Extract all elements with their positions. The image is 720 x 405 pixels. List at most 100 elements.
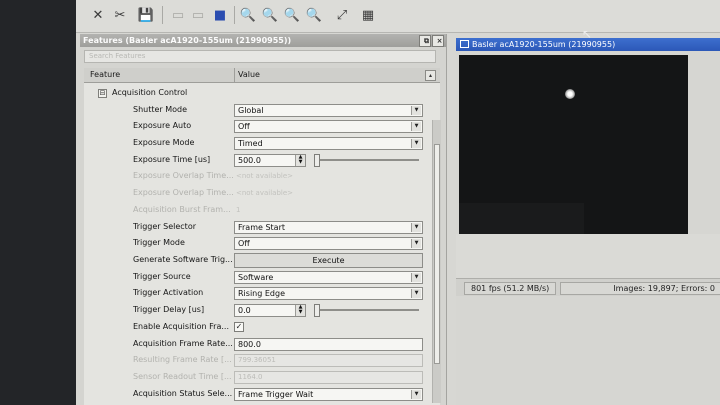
acquisition-status-select[interactable]: Frame Trigger Wait ▼ — [234, 388, 423, 401]
collapse-icon[interactable]: ⊟ — [98, 89, 107, 98]
mouse-cursor-icon: ↖ — [582, 27, 593, 41]
slider-thumb[interactable] — [314, 304, 320, 317]
image-shadow — [459, 203, 584, 234]
feature-value: 1 — [236, 206, 241, 214]
feature-label: Acquisition Frame Rate... — [133, 339, 233, 348]
dropdown-arrow-icon: ▼ — [411, 239, 421, 248]
shutter-mode-select[interactable]: Global ▼ — [234, 104, 423, 117]
resulting-frame-rate-value: 799.36051 — [234, 354, 423, 367]
zoom-out-icon[interactable]: 🔍 — [260, 5, 280, 25]
trigger-delay-input[interactable]: 0.0 ▲ ▼ — [234, 304, 306, 317]
window-icon — [460, 40, 469, 48]
dropdown-arrow-icon: ▼ — [411, 106, 421, 115]
feature-row-exposure-auto: Exposure Auto Off ▼ — [84, 118, 424, 134]
trigger-activation-select[interactable]: Rising Edge ▼ — [234, 287, 423, 300]
float-panel-button[interactable]: ⧉ — [419, 35, 431, 47]
dropdown-arrow-icon: ▼ — [411, 223, 421, 232]
exposure-auto-select[interactable]: Off ▼ — [234, 120, 423, 133]
feature-label: Exposure Time [us] — [133, 155, 211, 164]
close-panel-button[interactable]: × — [432, 35, 444, 47]
light-spot — [565, 89, 575, 99]
save-icon[interactable]: 💾 — [136, 5, 156, 25]
trigger-selector-select[interactable]: Frame Start ▼ — [234, 221, 423, 234]
dropdown-arrow-icon: ▼ — [411, 390, 421, 399]
sort-arrow-icon[interactable]: ▴ — [425, 70, 436, 81]
execute-software-trigger-button[interactable]: Execute — [234, 253, 423, 268]
feature-label: Acquisition Status Sele... — [133, 389, 233, 398]
feature-row-acquisition-status: Acquisition Status Sele... Frame Trigger… — [84, 386, 424, 402]
column-header-value[interactable]: Value — [238, 68, 260, 82]
exposure-time-slider[interactable] — [314, 154, 419, 167]
slider-thumb[interactable] — [314, 154, 320, 167]
camera-view-background — [456, 234, 720, 278]
feature-row-trigger-delay: Trigger Delay [us] 0.0 ▲ ▼ — [84, 302, 424, 318]
features-panel-title: Features (Basler acA1920-155um (21990955… — [80, 34, 446, 47]
feature-grid-scrollbar[interactable] — [432, 120, 441, 403]
pylon-viewer-window: ✕ ✂ 💾 ▭ ▭ ■ 🔍 🔍 🔍 🔍 ⤢ ▦ Features (Basler… — [76, 0, 720, 405]
feature-label: Trigger Delay [us] — [133, 305, 205, 314]
continuous-shot-icon[interactable]: ▭ — [188, 5, 208, 25]
trigger-source-select[interactable]: Software ▼ — [234, 271, 423, 284]
feature-row-enable-frame-rate: Enable Acquisition Fra... ✓ — [84, 319, 424, 335]
scrollbar-handle[interactable] — [434, 144, 440, 364]
feature-label: Enable Acquisition Fra... — [133, 322, 229, 331]
feature-value: <not available> — [236, 172, 294, 180]
dropdown-arrow-icon: ▼ — [411, 122, 421, 131]
camera-view-panel: Basler acA1920-155um (21990955) 801 fps … — [456, 38, 720, 405]
features-panel: Features (Basler acA1920-155um (21990955… — [80, 34, 447, 405]
feature-label: Exposure Overlap Time... — [133, 171, 234, 180]
feature-row-trigger-source: Trigger Source Software ▼ — [84, 269, 424, 285]
feature-row-shutter-mode: Shutter Mode Global ▼ — [84, 102, 424, 118]
toolbar-separator — [162, 6, 163, 24]
trigger-delay-slider[interactable] — [314, 304, 419, 317]
feature-label: Exposure Overlap Time... — [133, 188, 234, 197]
feature-row-sensor-readout: Sensor Readout Time [... 1164.0 — [84, 369, 424, 385]
feature-label: Acquisition Burst Fram... — [133, 205, 231, 214]
feature-row-exposure-mode: Exposure Mode Timed ▼ — [84, 135, 424, 151]
dropdown-arrow-icon: ▼ — [411, 273, 421, 282]
feature-value: <not available> — [236, 189, 294, 197]
feature-row-trigger-activation: Trigger Activation Rising Edge ▼ — [84, 285, 424, 301]
feature-label: Exposure Auto — [133, 121, 192, 130]
feature-search-input[interactable]: Search Features — [84, 50, 436, 63]
feature-label: Shutter Mode — [133, 105, 188, 114]
toolbar: ✕ ✂ 💾 ▭ ▭ ■ 🔍 🔍 🔍 🔍 ⤢ ▦ — [76, 0, 720, 33]
exposure-time-input[interactable]: 500.0 ▲ ▼ — [234, 154, 306, 167]
stop-icon[interactable]: ■ — [210, 5, 230, 25]
feature-row-exposure-time: Exposure Time [us] 500.0 ▲ ▼ — [84, 152, 424, 168]
images-errors-readout: Images: 19,897; Errors: 0 — [560, 282, 720, 295]
category-acquisition-control[interactable]: ⊟ Acquisition Control — [84, 85, 424, 101]
single-shot-icon[interactable]: ▭ — [168, 5, 188, 25]
spin-arrows-icon[interactable]: ▲ ▼ — [295, 155, 305, 166]
column-header-feature[interactable]: Feature — [90, 68, 120, 82]
sensor-readout-value: 1164.0 — [234, 371, 423, 384]
feature-label: Sensor Readout Time [... — [133, 372, 232, 381]
zoom-fit-icon[interactable]: 🔍 — [282, 5, 302, 25]
feature-label: Trigger Activation — [133, 288, 204, 297]
toolbar-separator — [234, 6, 235, 24]
feature-row-exposure-overlap-1: Exposure Overlap Time... <not available> — [84, 168, 424, 184]
camera-image[interactable] — [459, 55, 688, 234]
fullscreen-icon[interactable]: ⤢ — [332, 5, 352, 25]
category-label: Acquisition Control — [112, 88, 188, 97]
feature-grid: Feature Value ▴ ⊟ Acquisition Control Sh… — [84, 68, 440, 405]
disconnect-icon[interactable]: ✕ — [88, 5, 108, 25]
dropdown-arrow-icon: ▼ — [411, 289, 421, 298]
enable-frame-rate-checkbox[interactable]: ✓ — [234, 322, 244, 332]
zoom-in-icon[interactable]: 🔍 — [238, 5, 258, 25]
spin-arrows-icon[interactable]: ▲ ▼ — [295, 305, 305, 316]
dropdown-arrow-icon: ▼ — [411, 139, 421, 148]
feature-label: Trigger Selector — [133, 222, 196, 231]
zoom-reset-icon[interactable]: 🔍 — [304, 5, 324, 25]
cut-icon[interactable]: ✂ — [110, 5, 130, 25]
feature-label: Exposure Mode — [133, 138, 195, 147]
monitor-bezel — [0, 0, 76, 405]
feature-row-trigger-mode: Trigger Mode Off ▼ — [84, 235, 424, 251]
feature-row-exposure-overlap-2: Exposure Overlap Time... <not available> — [84, 185, 424, 201]
feature-row-acquisition-burst: Acquisition Burst Fram... 1 — [84, 202, 424, 218]
feature-label: Generate Software Trig... — [133, 255, 233, 264]
exposure-mode-select[interactable]: Timed ▼ — [234, 137, 423, 150]
trigger-mode-select[interactable]: Off ▼ — [234, 237, 423, 250]
frame-rate-input[interactable]: 800.0 — [234, 338, 423, 351]
color-palette-icon[interactable]: ▦ — [358, 5, 378, 25]
